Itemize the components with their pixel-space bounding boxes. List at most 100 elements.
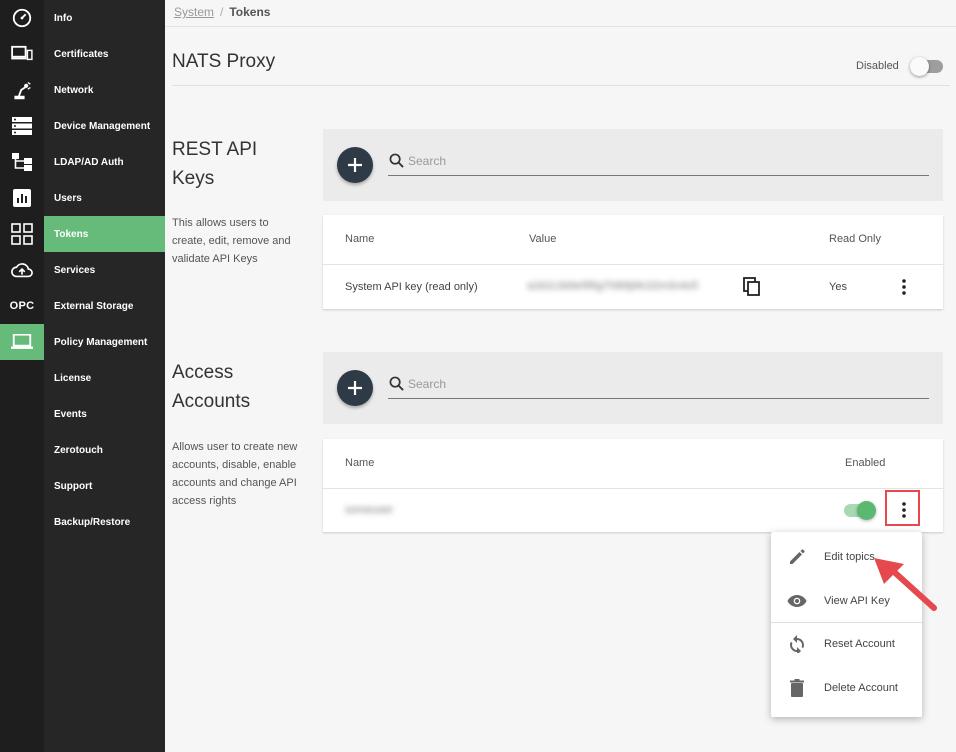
page-title: NATS Proxy [172, 51, 276, 72]
access-accounts-heading-line2: Accounts [172, 391, 251, 412]
dashboard-gauge-icon[interactable] [0, 0, 44, 36]
sidebar-item-label: Events [54, 408, 87, 420]
menu-item-label: Delete Account [824, 682, 898, 694]
api-key-name: System API key (read only) [345, 281, 478, 293]
toggle-knob [857, 501, 876, 520]
menu-item-label: Reset Account [824, 638, 895, 650]
sidebar-item-services[interactable]: Services [44, 252, 165, 288]
column-enabled: Enabled [845, 457, 886, 469]
sidebar-item-label: Zerotouch [54, 444, 103, 456]
table-header: Name Value Read Only [323, 215, 943, 265]
sidebar-item-license[interactable]: License [44, 360, 165, 396]
menu-item-reset-account[interactable]: Reset Account [771, 624, 922, 664]
more-vert-icon[interactable] [894, 275, 914, 299]
access-accounts-heading-line1: Access [172, 362, 234, 383]
sidebar-item-label: Policy Management [54, 336, 148, 348]
callout-highlight-box [885, 490, 920, 526]
access-accounts-toolbar [323, 352, 943, 424]
server-icon[interactable] [0, 108, 44, 144]
sidebar-item-external-storage[interactable]: External Storage [44, 288, 165, 324]
sidebar-item-label: Network [54, 84, 94, 96]
rest-api-description: This allows users to create, edit, remov… [172, 217, 291, 265]
header-divider [165, 26, 956, 27]
sidebar-item-label: Tokens [54, 228, 89, 240]
breadcrumb-current: Tokens [229, 5, 271, 19]
nats-proxy-toggle[interactable] [910, 57, 943, 76]
menu-divider [771, 622, 922, 623]
callout-arrow-icon [874, 558, 937, 611]
account-name: someuser [345, 504, 394, 516]
add-api-key-button[interactable] [337, 147, 373, 183]
column-name: Name [345, 233, 375, 245]
sidebar-item-label: Info [54, 12, 73, 24]
opc-text-icon[interactable]: OPC [0, 288, 44, 324]
add-account-button[interactable] [337, 370, 373, 406]
sidebar-nav: Info Certificates Network Device Managem… [44, 0, 165, 752]
sitemap-icon[interactable] [0, 144, 44, 180]
access-accounts-search [388, 374, 929, 399]
rest-api-heading: REST API Keys [172, 135, 292, 193]
robot-arm-icon[interactable] [0, 72, 44, 108]
sidebar-item-label: Backup/Restore [54, 516, 131, 528]
sidebar-item-info[interactable]: Info [44, 0, 165, 36]
nats-toggle-label: Disabled [856, 60, 899, 72]
title-divider [172, 85, 950, 86]
access-accounts-description: Allows user to create new accounts, disa… [172, 441, 298, 507]
rest-api-heading-line1: REST API [172, 139, 258, 160]
sidebar-item-zerotouch[interactable]: Zerotouch [44, 432, 165, 468]
sidebar-item-backup-restore[interactable]: Backup/Restore [44, 504, 165, 540]
sidebar-item-label: LDAP/AD Auth [54, 156, 124, 168]
plus-icon [348, 158, 362, 172]
icon-rail: OPC [0, 0, 44, 752]
pencil-icon [787, 547, 807, 567]
sidebar-item-users[interactable]: Users [44, 180, 165, 216]
plus-icon [348, 381, 362, 395]
rest-api-search [388, 151, 929, 176]
access-accounts-search-input[interactable] [408, 377, 908, 391]
menu-item-delete-account[interactable]: Delete Account [771, 668, 922, 708]
column-value: Value [529, 233, 557, 245]
sidebar-item-network[interactable]: Network [44, 72, 165, 108]
sidebar-item-ldap-auth[interactable]: LDAP/AD Auth [44, 144, 165, 180]
devices-icon[interactable] [0, 36, 44, 72]
rest-api-table: Name Value Read Only System API key (rea… [323, 215, 943, 309]
copy-icon[interactable] [743, 277, 761, 302]
sidebar-item-device-management[interactable]: Device Management [44, 108, 165, 144]
table-header: Name Enabled [323, 439, 943, 489]
access-accounts-heading: Access Accounts [172, 358, 292, 416]
sidebar-item-label: License [54, 372, 92, 384]
sidebar-item-certificates[interactable]: Certificates [44, 36, 165, 72]
toggle-knob [910, 57, 929, 76]
trash-icon [787, 678, 807, 698]
sidebar-item-policy-management[interactable]: Policy Management [44, 324, 165, 360]
menu-item-label: Edit topics [824, 551, 875, 563]
refresh-icon [787, 634, 807, 654]
api-key-value: a1b2c3d4e5f6g7h8i9j0k1l2m3n4o5 [527, 280, 699, 292]
rest-api-heading-line2: Keys [172, 168, 215, 189]
rest-api-search-input[interactable] [408, 154, 908, 168]
sidebar-item-label: External Storage [54, 300, 134, 312]
search-icon [389, 376, 404, 396]
rest-api-toolbar [323, 129, 943, 201]
sidebar-item-label: Users [54, 192, 82, 204]
laptop-icon[interactable] [0, 324, 44, 360]
breadcrumb: System / Tokens [174, 5, 270, 19]
column-read-only: Read Only [829, 233, 881, 245]
chart-box-icon[interactable] [0, 180, 44, 216]
sidebar-item-label: Device Management [54, 120, 151, 132]
sidebar-item-label: Services [54, 264, 96, 276]
search-icon [389, 153, 404, 173]
access-accounts-table: Name Enabled someuser [323, 439, 943, 532]
account-enabled-toggle[interactable] [844, 501, 876, 520]
sidebar-item-label: Certificates [54, 48, 109, 60]
grid-icon[interactable] [0, 216, 44, 252]
breadcrumb-link-system[interactable]: System [174, 5, 214, 19]
cloud-upload-icon[interactable] [0, 252, 44, 288]
breadcrumb-separator: / [220, 5, 224, 19]
sidebar-item-support[interactable]: Support [44, 468, 165, 504]
api-key-read-only: Yes [829, 281, 847, 293]
eye-icon [787, 591, 807, 611]
sidebar-item-tokens[interactable]: Tokens [44, 216, 165, 252]
column-name: Name [345, 457, 375, 469]
sidebar-item-events[interactable]: Events [44, 396, 165, 432]
